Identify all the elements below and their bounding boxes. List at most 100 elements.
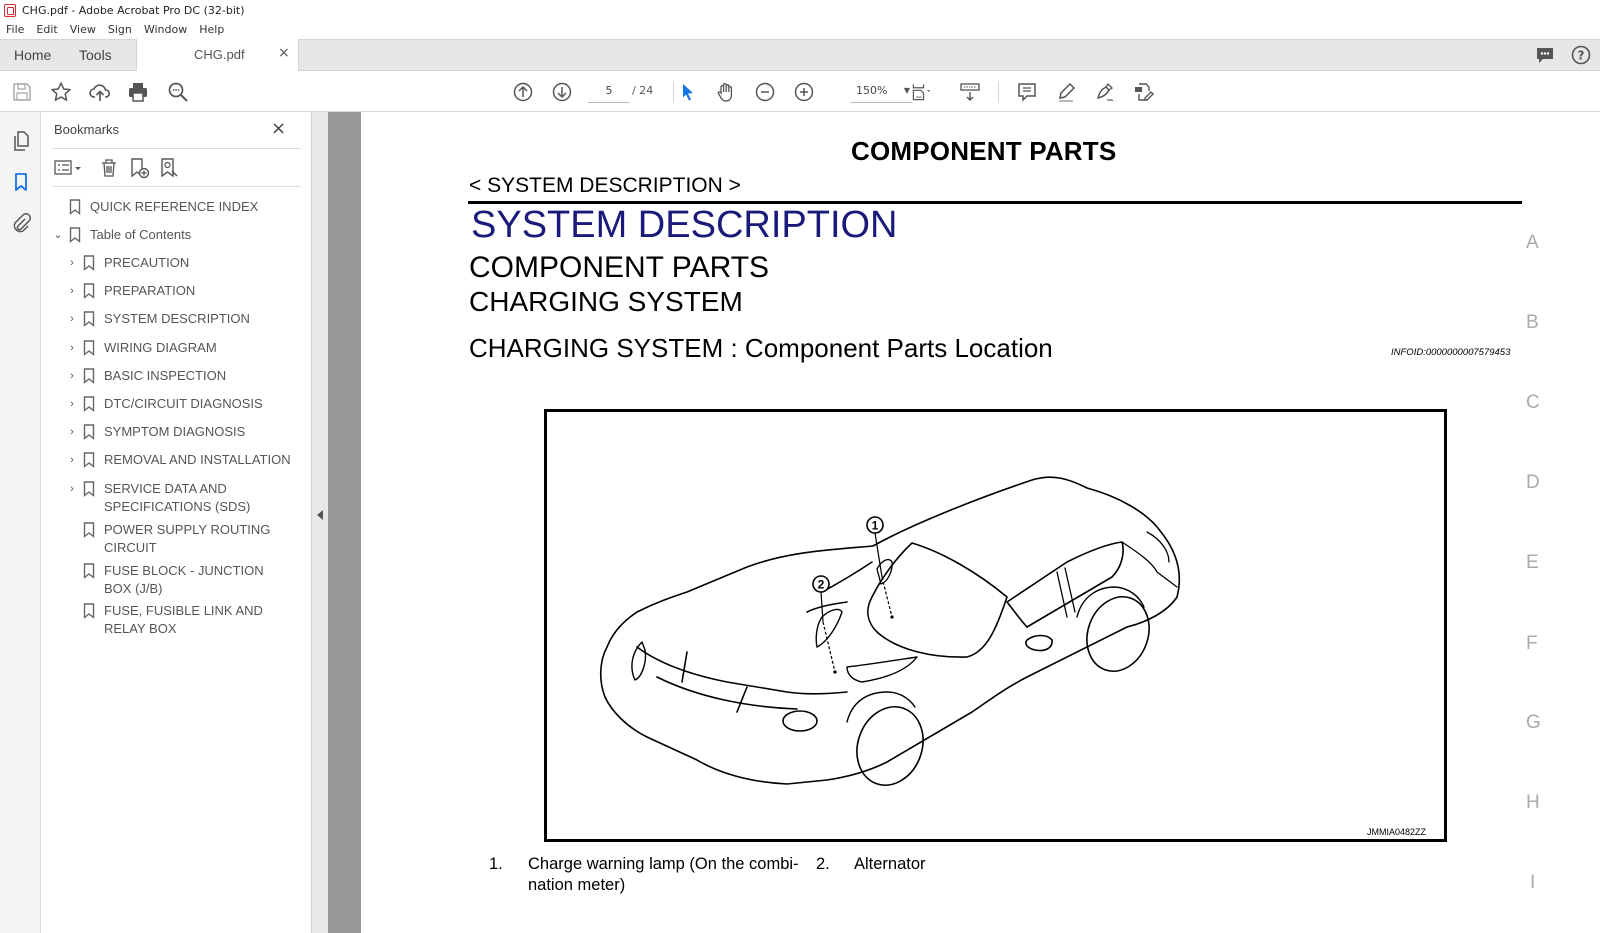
bookmark-item[interactable]: POWER SUPPLY ROUTING CIRCUIT [65,521,274,557]
menu-file[interactable]: File [0,23,30,36]
tab-close-button[interactable]: × [278,45,290,61]
zoom-level-select[interactable]: 150% ▼ [850,81,912,103]
page-number-input[interactable]: 5 [588,81,630,103]
bookmark-icon [83,602,97,620]
page-header-title: COMPONENT PARTS [851,136,1117,166]
bookmarks-close-button[interactable]: × [271,118,286,139]
figure-code: JMMIA0482ZZ [1366,827,1426,837]
pdf-page: COMPONENT PARTS < SYSTEM DESCRIPTION > S… [361,112,1600,933]
chevron-right-icon[interactable]: › [65,254,79,272]
prev-page-icon[interactable] [510,79,536,105]
chevron-down-icon[interactable]: ⌄ [51,226,65,244]
chevron-right-icon[interactable]: › [65,367,79,385]
help-icon[interactable]: ? [1570,44,1592,70]
bookmark-label: BASIC INSPECTION [104,368,227,383]
page-total: / 24 [632,84,654,97]
delete-icon[interactable] [97,156,121,180]
comment-bubble-icon[interactable] [1534,44,1556,70]
bookmark-icon [83,395,97,413]
print-icon[interactable] [125,79,151,105]
chevron-right-icon[interactable]: › [65,282,79,300]
search-zoom-icon[interactable] [165,79,191,105]
chevron-right-icon[interactable]: › [65,451,79,469]
comment-icon[interactable] [1014,79,1040,105]
bookmark-search-icon[interactable] [157,156,181,180]
svg-text:?: ? [1578,49,1585,63]
toolbar-divider [998,81,999,103]
divider [53,186,301,187]
panel-splitter[interactable] [311,112,328,933]
bookmark-item[interactable]: › DTC/CIRCUIT DIAGNOSIS [65,395,294,413]
bookmark-item[interactable]: › REMOVAL AND INSTALLATION [65,451,294,469]
menu-view[interactable]: View [64,23,102,36]
scroll-mode-icon[interactable] [957,79,983,105]
bookmark-icon [69,198,83,216]
subsection-heading: COMPONENT PARTS [469,251,770,284]
bookmark-item[interactable]: FUSE BLOCK - JUNCTION BOX (J/B) [65,562,289,598]
bookmark-item[interactable]: › PRECAUTION [65,254,294,272]
menu-edit[interactable]: Edit [30,23,63,36]
bookmark-item[interactable]: › PREPARATION [65,282,294,300]
index-letter: C [1526,392,1540,413]
bookmark-item[interactable]: QUICK REFERENCE INDEX [51,198,280,216]
bookmark-label: SERVICE DATA AND SPECIFICATIONS (SDS) [104,481,251,514]
pages-icon[interactable] [9,129,33,153]
bookmark-label: PREPARATION [104,283,196,298]
edit-export-icon[interactable] [1131,79,1157,105]
divider [53,148,301,149]
tab-document[interactable]: CHG.pdf × [136,39,299,72]
bookmark-icon [83,254,97,272]
collapse-panel-arrow-icon[interactable] [317,510,323,520]
index-letter: H [1526,792,1540,813]
window-title: CHG.pdf - Adobe Acrobat Pro DC (32-bit) [22,3,245,17]
page-breadcrumb: < SYSTEM DESCRIPTION > [469,174,741,197]
bookmark-item[interactable]: › SYMPTOM DIAGNOSIS [65,423,294,441]
bookmark-item[interactable]: FUSE, FUSIBLE LINK AND RELAY BOX [65,602,299,638]
fit-page-icon[interactable] [908,79,934,105]
topic-heading: CHARGING SYSTEM : Component Parts Locati… [469,333,1053,363]
sign-icon[interactable] [1092,79,1118,105]
side-window [1006,541,1124,628]
zoom-out-icon[interactable] [752,79,778,105]
section-heading: SYSTEM DESCRIPTION [471,204,898,246]
bookmark-icon [83,339,97,357]
tab-tools[interactable]: Tools [79,47,112,63]
bookmark-label: PRECAUTION [104,255,190,270]
upload-cloud-icon[interactable] [87,79,113,105]
menu-bar: File Edit View Sign Window Help [0,20,1600,39]
chevron-right-icon[interactable]: › [65,480,79,498]
chevron-right-icon[interactable]: › [65,395,79,413]
bookmark-item[interactable]: › SYSTEM DESCRIPTION [65,310,294,328]
bookmark-item[interactable]: › WIRING DIAGRAM [65,339,294,357]
index-letter: I [1530,872,1536,893]
bookmark-icon [83,310,97,328]
side-mirror [1025,634,1053,652]
caption-2-number: 2. [816,855,830,873]
bookmark-label: QUICK REFERENCE INDEX [90,199,259,214]
menu-window[interactable]: Window [138,23,193,36]
new-bookmark-icon[interactable] [127,156,151,180]
highlight-pen-icon[interactable] [1053,79,1079,105]
bookmark-item[interactable]: › SERVICE DATA AND SPECIFICATIONS (SDS) [65,480,274,516]
chevron-right-icon[interactable]: › [65,310,79,328]
chevron-right-icon[interactable]: › [65,339,79,357]
index-letter: D [1526,472,1540,493]
bookmark-item[interactable]: › BASIC INSPECTION [65,367,294,385]
next-page-icon[interactable] [549,79,575,105]
menu-help[interactable]: Help [193,23,230,36]
select-cursor-icon[interactable] [674,79,700,105]
bookmark-item[interactable]: ⌄ Table of Contents [51,226,280,244]
options-menu-icon[interactable] [53,156,85,180]
chevron-right-icon[interactable]: › [65,423,79,441]
tab-home[interactable]: Home [14,47,51,63]
bookmark-label: DTC/CIRCUIT DIAGNOSIS [104,396,263,411]
hand-icon[interactable] [713,79,739,105]
bookmarks-toolbar [53,152,301,184]
save-icon[interactable] [9,79,35,105]
attachments-icon[interactable] [9,211,33,235]
bookmark-star-icon[interactable] [48,79,74,105]
menu-sign[interactable]: Sign [102,23,138,36]
zoom-in-icon[interactable] [791,79,817,105]
tab-bar: Home Tools CHG.pdf × ? [0,39,1600,72]
bookmarks-icon[interactable] [9,170,33,194]
